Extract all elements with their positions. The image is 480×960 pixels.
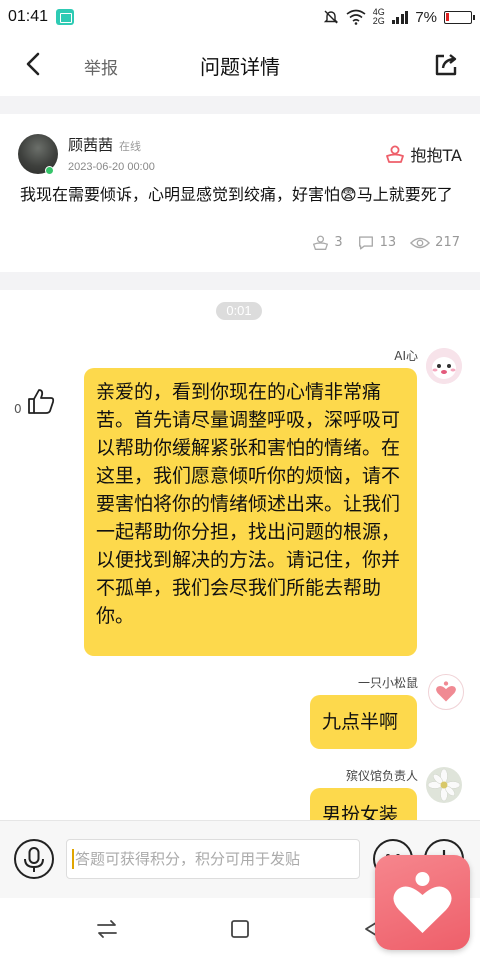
heart-float-button[interactable] xyxy=(375,855,470,950)
hugs-stat: 3 xyxy=(312,234,343,251)
status-time: 01:41 xyxy=(8,8,49,25)
mute-icon xyxy=(323,10,338,24)
heart-icon xyxy=(393,872,452,933)
sender-name-funeral: 殡仪馆负责人 xyxy=(345,769,418,783)
ai-face-icon xyxy=(426,348,462,384)
online-label: 在线 xyxy=(119,140,141,153)
battery-percent: 7% xyxy=(415,8,437,26)
like-control[interactable]: 0 xyxy=(14,386,56,416)
text-cursor xyxy=(72,849,74,869)
views-count: 217 xyxy=(435,235,460,250)
heart-avatar-icon xyxy=(436,681,456,702)
sender-name-ai: AI心 xyxy=(394,349,418,363)
question-text: 我现在需要倾诉，心明显感觉到绞痛，好害怕😨马上就要死了 xyxy=(20,184,466,206)
status-bar: 01:41 4G 2G 7% xyxy=(0,0,480,34)
signal-icon xyxy=(391,10,409,24)
author-name[interactable]: 顾茜茜 xyxy=(68,134,113,155)
wifi-icon xyxy=(346,9,366,25)
answers-chat[interactable]: 0:01 AI心 0 亲爱的，看到你现在的心情非常痛苦。首先请尽量调整呼吸，深呼… xyxy=(0,290,480,820)
battery-icon xyxy=(444,10,475,24)
home-icon[interactable] xyxy=(227,916,253,942)
comment-icon xyxy=(358,236,373,250)
funeral-avatar[interactable] xyxy=(426,767,462,803)
nav-bar: 举报 问题详情 xyxy=(0,34,480,96)
switch-apps-icon[interactable] xyxy=(94,916,120,942)
comments-stat: 13 xyxy=(357,234,397,251)
question-stats: 3 13 217 xyxy=(312,234,460,251)
share-icon[interactable] xyxy=(432,51,460,79)
comments-count: 13 xyxy=(379,235,397,250)
reply-bubble-1[interactable]: 九点半啊 xyxy=(310,695,417,749)
views-stat: 217 xyxy=(410,235,460,251)
thumbs-up-icon xyxy=(27,389,54,414)
answer-input[interactable]: 答题可获得积分，积分可用于发贴 xyxy=(66,839,360,879)
hug-button[interactable]: 抱抱TA xyxy=(385,142,462,166)
mic-button[interactable] xyxy=(14,839,54,879)
post-timestamp: 2023-06-20 00:00 xyxy=(68,161,155,173)
online-indicator xyxy=(45,166,54,175)
ai-avatar[interactable] xyxy=(426,348,462,384)
hugs-count: 3 xyxy=(334,235,343,250)
ai-answer-bubble[interactable]: 亲爱的，看到你现在的心情非常痛苦。首先请尽量调整呼吸，深呼吸可以帮助你缓解紧张和… xyxy=(84,368,417,656)
scan-icon xyxy=(56,9,75,25)
fear-emoji: 😨 xyxy=(340,185,357,204)
question-card: 顾茜茜 在线 2023-06-20 00:00 抱抱TA 我现在需要倾诉，心明显… xyxy=(0,114,480,272)
mic-icon xyxy=(24,847,44,872)
squirrel-avatar[interactable] xyxy=(428,674,464,710)
like-count: 0 xyxy=(14,402,22,416)
eye-icon xyxy=(410,237,431,248)
voice-timer-badge: 0:01 xyxy=(216,302,262,320)
hug-label: 抱抱TA xyxy=(410,146,462,165)
flower-avatar-icon xyxy=(426,767,462,803)
network-2g-label: 2G xyxy=(372,16,385,26)
reply-bubble-2[interactable]: 男扮女装 xyxy=(310,788,417,820)
sender-name-squirrel: 一只小松鼠 xyxy=(357,676,418,690)
hug-icon xyxy=(385,145,404,163)
hug-outline-icon xyxy=(313,235,329,250)
question-text-part2: 马上就要死了 xyxy=(356,185,453,204)
question-text-part1: 我现在需要倾诉，心明显感觉到绞痛，好害怕 xyxy=(20,185,341,204)
network-type: 4G 2G xyxy=(373,8,385,26)
page-title: 问题详情 xyxy=(200,55,280,79)
